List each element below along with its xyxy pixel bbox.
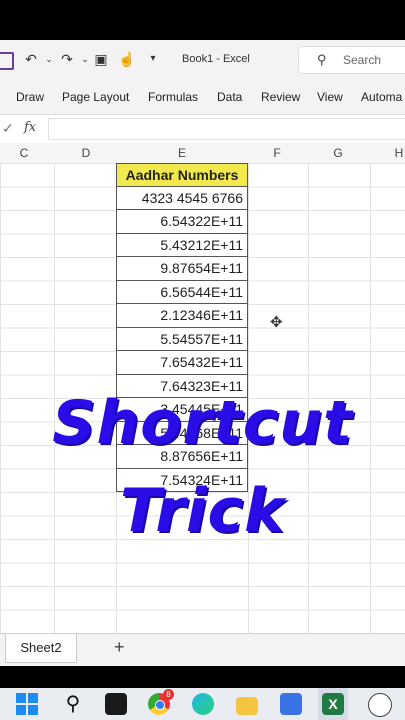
- undo-dropdown-icon[interactable]: ⌄: [40, 50, 58, 68]
- store-icon[interactable]: [280, 693, 302, 715]
- tab-data[interactable]: Data: [217, 90, 242, 104]
- table-cell[interactable]: 2.12346E+11: [116, 304, 248, 328]
- sheet-tab-bar: Sheet2 +: [0, 633, 405, 666]
- undo-icon[interactable]: ↶: [22, 50, 40, 68]
- redo-icon[interactable]: ↷: [58, 50, 76, 68]
- table-cell[interactable]: 6.54322E+11: [116, 210, 248, 234]
- enter-check-icon[interactable]: ✓: [2, 120, 14, 137]
- search-box[interactable]: ⚲ Search: [298, 46, 405, 74]
- excel-icon[interactable]: X: [322, 693, 344, 715]
- ribbon-tabs: Draw Page Layout Formulas Data Review Vi…: [0, 78, 405, 115]
- add-sheet-button[interactable]: +: [114, 637, 125, 658]
- table-header-cell[interactable]: Aadhar Numbers: [116, 163, 248, 187]
- tab-formulas[interactable]: Formulas: [148, 90, 198, 104]
- column-header-h[interactable]: H: [395, 146, 404, 160]
- overlay-title-line1: Shortcut: [52, 388, 353, 458]
- touch-mode-icon[interactable]: ☝: [118, 50, 136, 68]
- document-title: Book1 - Excel: [182, 53, 250, 65]
- chatgpt-icon[interactable]: [368, 693, 392, 717]
- cell-cursor-icon: ✥: [270, 314, 283, 331]
- table-cell[interactable]: 7.65432E+11: [116, 351, 248, 375]
- column-headers: C D E F G H: [0, 143, 405, 164]
- table-cell[interactable]: 6.56544E+11: [116, 280, 248, 304]
- edge-icon[interactable]: [192, 693, 214, 715]
- save-icon[interactable]: [0, 52, 14, 70]
- taskbar-search-icon[interactable]: ⚲: [62, 693, 84, 715]
- column-header-f[interactable]: F: [273, 146, 280, 160]
- tab-page-layout[interactable]: Page Layout: [62, 90, 129, 104]
- table-cell[interactable]: 5.54557E+11: [116, 327, 248, 351]
- formula-input[interactable]: [48, 118, 405, 140]
- table-cell[interactable]: 5.43212E+11: [116, 233, 248, 257]
- column-header-c[interactable]: C: [20, 146, 29, 160]
- tab-draw[interactable]: Draw: [16, 90, 44, 104]
- column-header-d[interactable]: D: [82, 146, 91, 160]
- task-view-icon[interactable]: [105, 693, 127, 715]
- title-bar: ↶ ⌄ ↷ ⌄ ▣ ☝ ▾ Book1 - Excel ⚲ Search: [0, 40, 405, 78]
- taskbar: ⚲ 8 X: [0, 688, 405, 720]
- form-icon[interactable]: ▣: [92, 50, 110, 68]
- formula-bar: ✓ fx: [0, 115, 405, 144]
- tab-review[interactable]: Review: [261, 90, 300, 104]
- search-placeholder: Search: [343, 53, 382, 67]
- table-cell[interactable]: 9.87654E+11: [116, 257, 248, 281]
- windows-start-icon[interactable]: [16, 693, 38, 715]
- customize-toolbar-icon[interactable]: ▾: [144, 50, 162, 68]
- notification-badge: 8: [163, 689, 174, 700]
- sheet-tab-sheet2[interactable]: Sheet2: [5, 634, 77, 663]
- file-explorer-icon[interactable]: [236, 697, 258, 715]
- tab-automate[interactable]: Automa: [361, 90, 402, 104]
- tab-view[interactable]: View: [317, 90, 343, 104]
- table-cell[interactable]: 4323 4545 6766: [116, 186, 248, 210]
- column-header-e[interactable]: E: [178, 146, 186, 160]
- search-icon: ⚲: [317, 52, 327, 67]
- overlay-title-line2: Trick: [120, 476, 285, 546]
- insert-function-icon[interactable]: fx: [24, 120, 36, 135]
- screen-top-bezel: [0, 0, 405, 40]
- column-header-g[interactable]: G: [333, 146, 342, 160]
